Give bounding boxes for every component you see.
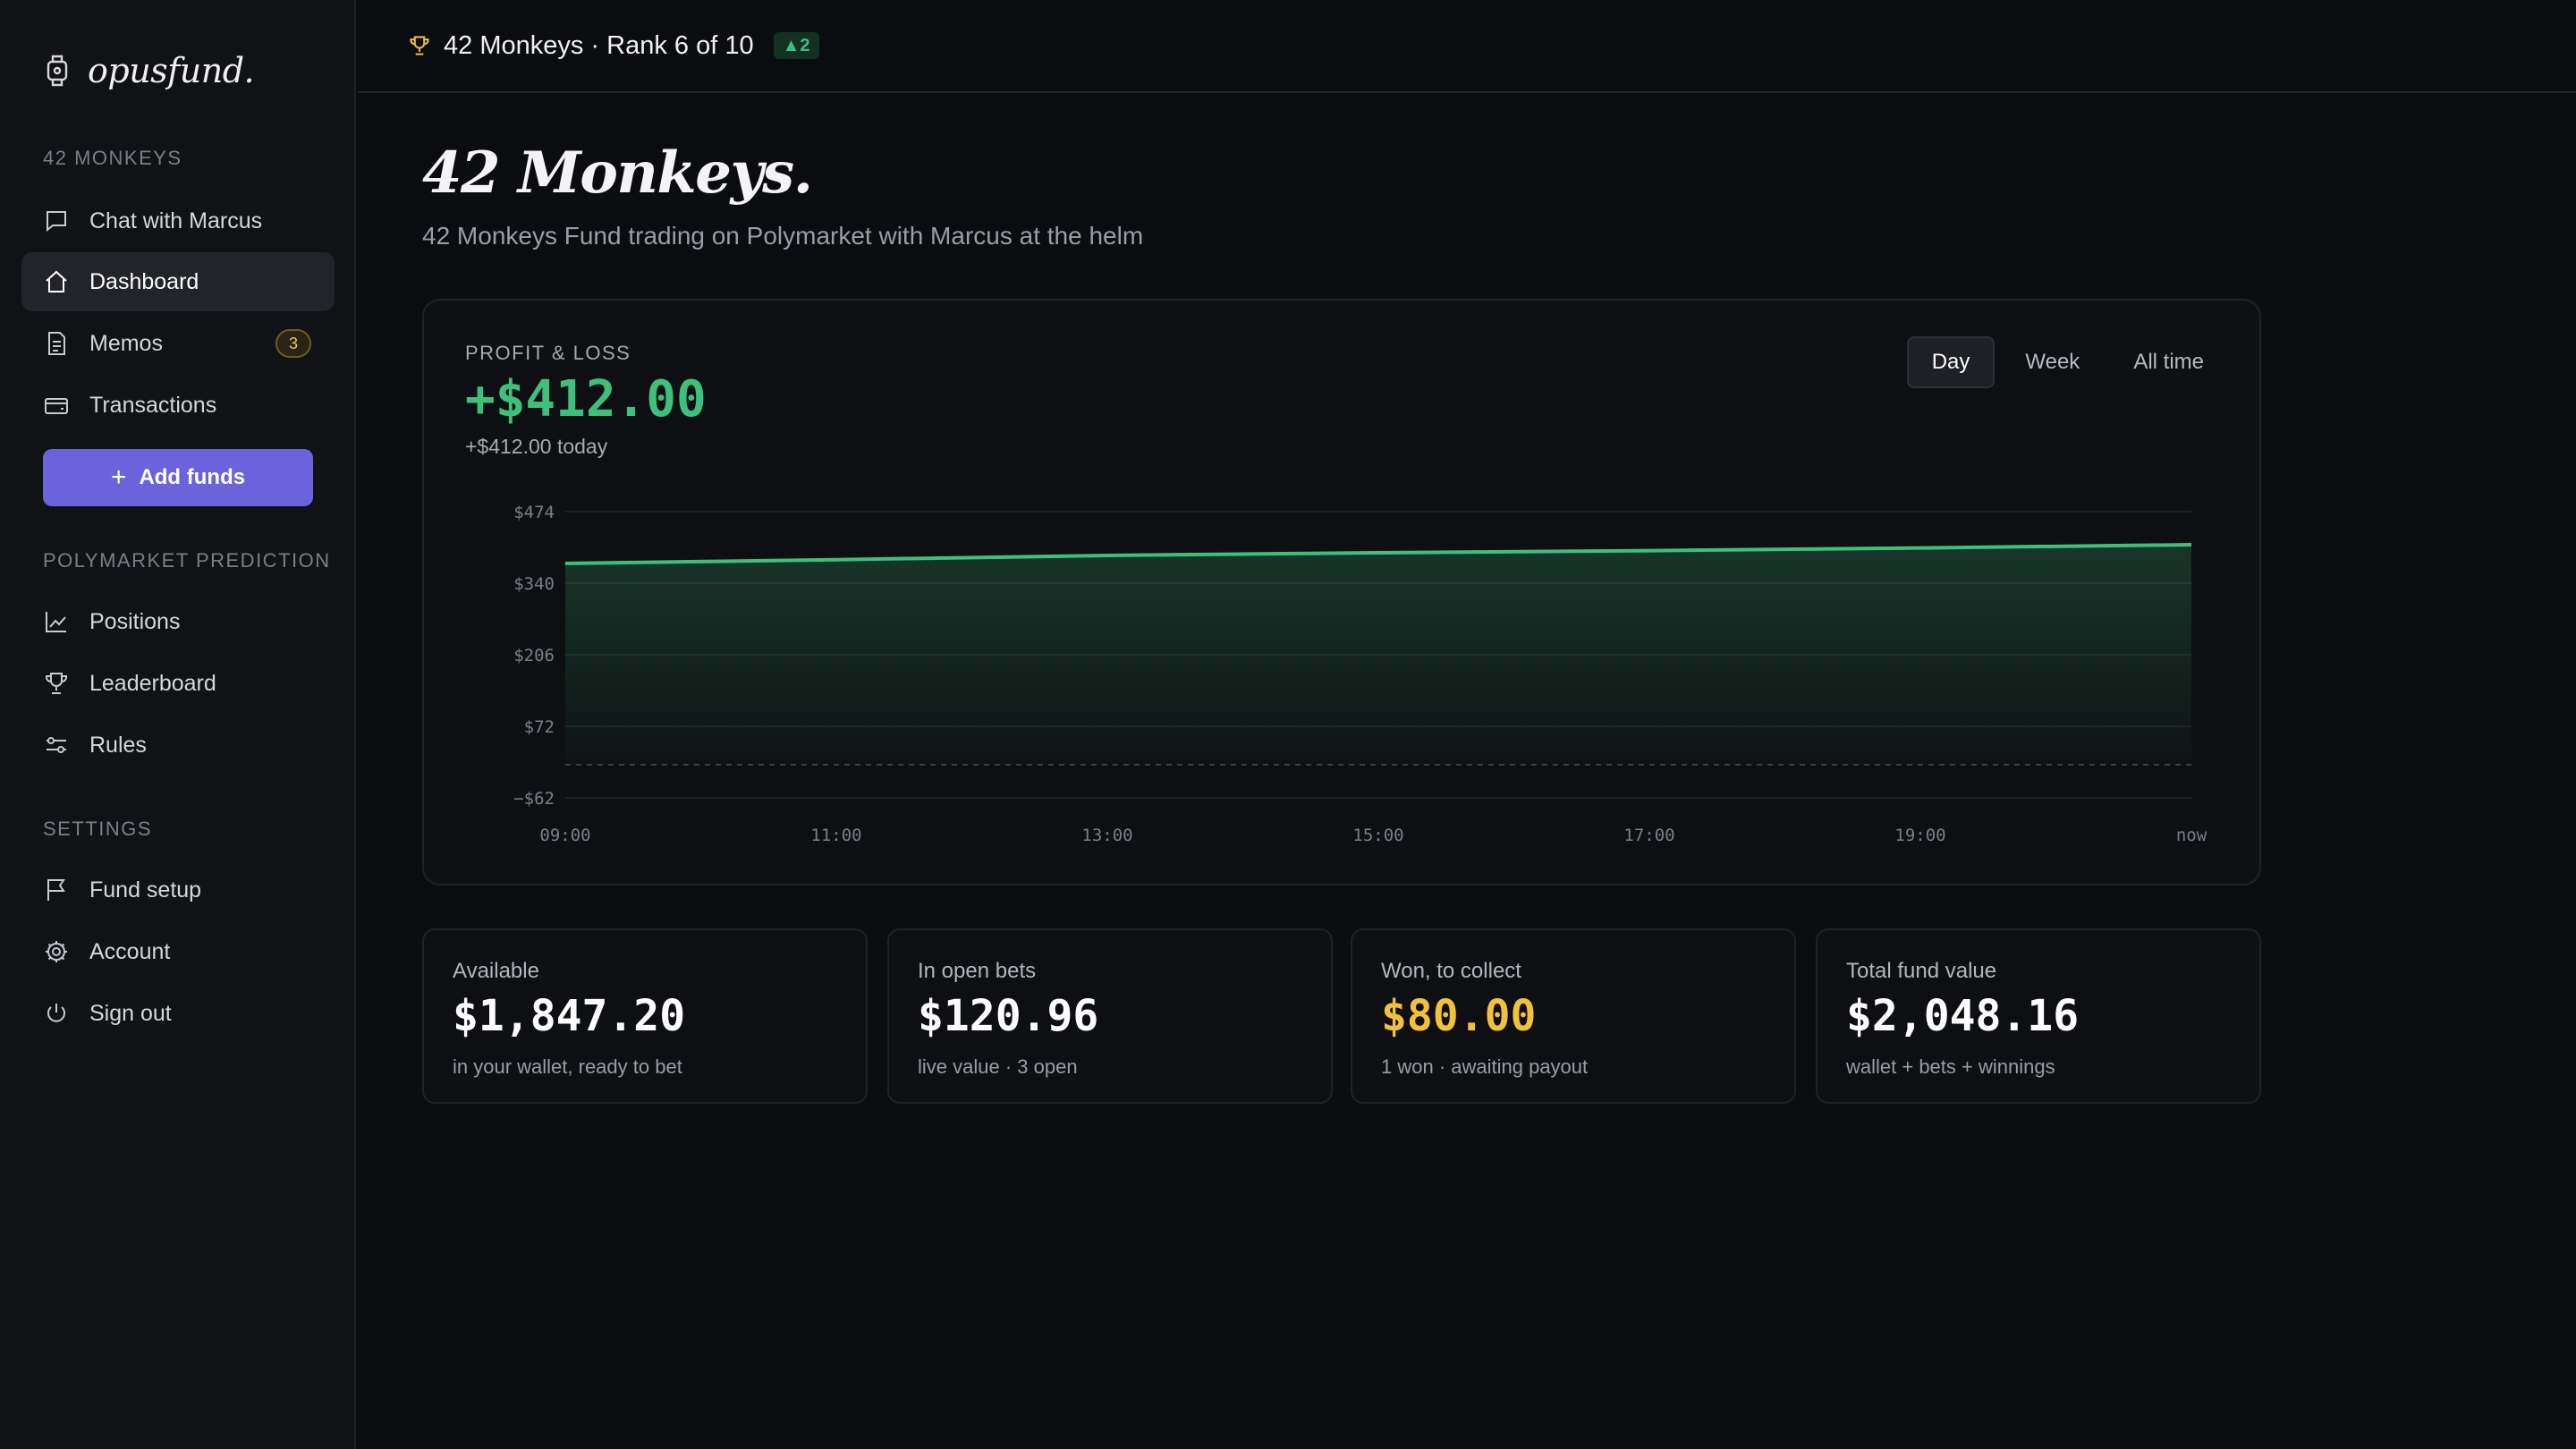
watch-logo-icon	[47, 55, 68, 87]
stat-card-won-to-collect: Won, to collect $80.00 1 won · awaiting …	[1351, 928, 1796, 1104]
sidebar-item-fund-setup[interactable]: Fund setup	[21, 860, 335, 919]
stat-card-available: Available $1,847.20 in your wallet, read…	[422, 928, 868, 1104]
sidebar-item-dashboard[interactable]: Dashboard	[21, 252, 335, 311]
document-icon	[48, 332, 65, 355]
page-subtitle: 42 Monkeys Fund trading on Polymarket wi…	[422, 222, 1144, 250]
power-icon	[47, 1004, 65, 1022]
sidebar-item-sign-out[interactable]: Sign out	[21, 984, 335, 1043]
chat-icon	[47, 211, 66, 233]
y-tick-label: $72	[524, 717, 555, 737]
sliders-icon	[47, 737, 66, 753]
add-funds-label: Add funds	[139, 465, 246, 489]
gear-icon	[46, 941, 67, 962]
y-tick-label: $206	[513, 646, 555, 665]
stat-note: in your wallet, ready to bet	[453, 1055, 682, 1078]
y-tick-label: $474	[513, 503, 555, 522]
x-tick-label: 11:00	[810, 826, 861, 845]
stat-note: wallet + bets + winnings	[1846, 1055, 2055, 1078]
pnl-chart: $474 $340 $206 $72 −$62 09:00 11:00 13:00 15:00 1…	[513, 503, 2207, 845]
sidebar-item-positions[interactable]: Positions	[21, 592, 335, 651]
sidebar-item-leaderboard[interactable]: Leaderboard	[21, 654, 335, 713]
plus-icon: +	[110, 462, 127, 492]
stat-note: 1 won · awaiting payout	[1381, 1055, 1589, 1078]
stat-note: live value · 3 open	[918, 1055, 1078, 1078]
logo[interactable]: opusfund.	[43, 48, 255, 93]
x-tick-label: 15:00	[1352, 826, 1403, 845]
sidebar-item-label: Rules	[89, 732, 147, 758]
stat-card-open-bets: In open bets $120.96 live value · 3 open	[887, 928, 1333, 1104]
sidebar-item-label: Positions	[89, 608, 181, 634]
sidebar-item-label: Sign out	[89, 1000, 172, 1026]
section-label-polymarket: POLYMARKET PREDICTION	[43, 549, 331, 572]
rank-change-badge: ▲2	[773, 32, 819, 59]
stat-value: $1,847.20	[453, 991, 686, 1041]
sidebar-item-account[interactable]: Account	[21, 922, 335, 981]
sidebar-item-label: Leaderboard	[89, 670, 216, 696]
stat-label: In open bets	[918, 959, 1037, 983]
section-label-settings: SETTINGS	[43, 818, 153, 840]
y-tick-label: $340	[513, 574, 555, 594]
sidebar-item-rules[interactable]: Rules	[21, 716, 335, 775]
stat-label: Total fund value	[1846, 959, 1997, 983]
trophy-icon	[410, 36, 429, 55]
chart-line-icon	[46, 612, 66, 632]
x-tick-label: 13:00	[1081, 826, 1132, 845]
sidebar-item-label: Account	[89, 938, 171, 964]
wallet-icon	[45, 398, 68, 414]
sidebar-item-label: Dashboard	[89, 268, 199, 294]
sidebar-item-transactions[interactable]: Transactions	[21, 376, 335, 435]
stat-label: Available	[453, 959, 539, 983]
sidebar-item-chat[interactable]: Chat with Marcus	[21, 191, 335, 250]
stat-value: $80.00	[1381, 991, 1537, 1041]
page-title: 42 Monkeys.	[422, 140, 813, 207]
sidebar-item-label: Memos	[89, 330, 163, 356]
stat-label: Won, to collect	[1381, 959, 1521, 983]
sidebar-item-label: Transactions	[89, 392, 217, 418]
section-label-fund: 42 MONKEYS	[43, 147, 182, 169]
x-tick-label: now	[2176, 826, 2207, 845]
stat-card-total-fund-value: Total fund value $2,048.16 wallet + bets…	[1816, 928, 2261, 1104]
flag-icon	[47, 879, 65, 901]
app-root: opusfund. 42 MONKEYS Chat with Marcus Da…	[0, 0, 2576, 1449]
top-bar: 42 Monkeys · Rank 6 of 10 ▲2	[358, 0, 2576, 93]
logo-text: opusfund.	[88, 51, 255, 90]
sidebar-item-label: Chat with Marcus	[89, 208, 263, 233]
add-funds-button[interactable]: + Add funds	[43, 449, 313, 506]
fund-rank-title: 42 Monkeys · Rank 6 of 10	[444, 30, 754, 60]
profit-loss-card: PROFIT & LOSS +$412.00 +$412.00 today Da…	[422, 299, 2261, 886]
sidebar: opusfund. 42 MONKEYS Chat with Marcus Da…	[0, 0, 356, 1449]
x-tick-label: 17:00	[1623, 826, 1674, 845]
y-tick-label: −$62	[513, 789, 555, 809]
sidebar-item-label: Fund setup	[89, 877, 202, 902]
stat-value: $2,048.16	[1846, 991, 2080, 1041]
memos-count-badge: 3	[275, 329, 311, 358]
stat-value: $120.96	[918, 991, 1099, 1041]
trophy-icon	[45, 673, 68, 694]
home-icon	[46, 270, 67, 292]
pnl-area-fill	[565, 545, 2191, 765]
sidebar-item-memos[interactable]: Memos 3	[21, 314, 335, 373]
x-tick-label: 19:00	[1894, 826, 1945, 845]
x-tick-label: 09:00	[539, 826, 590, 845]
